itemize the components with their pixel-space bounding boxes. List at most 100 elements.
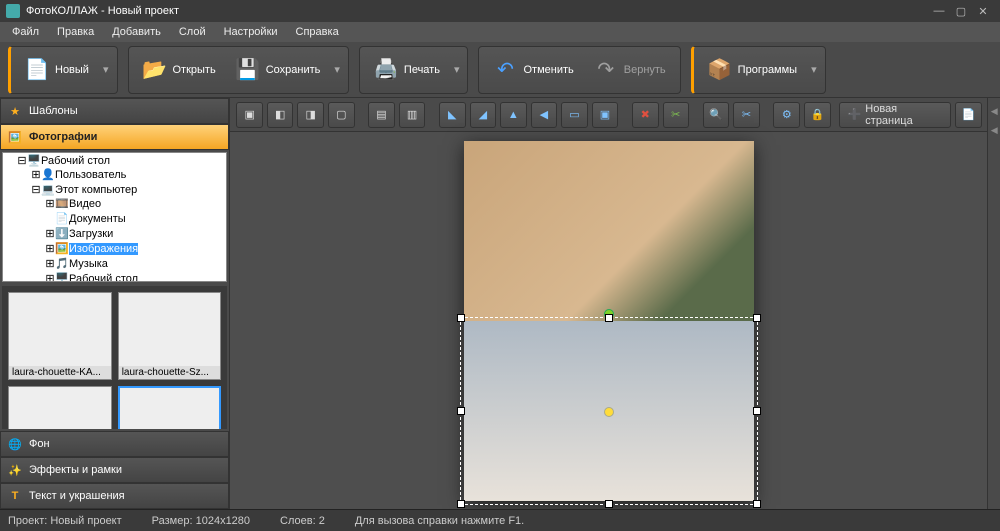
- menu-bar: Файл Правка Добавить Слой Настройки Спра…: [0, 22, 1000, 42]
- tree-desktop[interactable]: Рабочий стол: [41, 155, 110, 167]
- menu-edit[interactable]: Правка: [49, 24, 102, 40]
- menu-help[interactable]: Справка: [288, 24, 347, 40]
- right-collapsed-panel[interactable]: ◀ ◀: [987, 98, 1000, 509]
- flip-v-button[interactable]: ◀: [531, 102, 558, 128]
- center-marker[interactable]: [604, 407, 614, 417]
- tree-music[interactable]: Музыка: [69, 258, 108, 270]
- rotation-handle[interactable]: [604, 309, 614, 319]
- thumbnail-grid: laura-chouette-KA... laura-chouette-Sz..…: [2, 286, 227, 429]
- panel-text[interactable]: TТекст и украшения: [0, 483, 229, 509]
- fit-canvas-button[interactable]: ▭: [561, 102, 588, 128]
- delete-button[interactable]: ✖: [632, 102, 659, 128]
- flip-h-button[interactable]: ▲: [500, 102, 527, 128]
- scissors-icon: ✂: [742, 108, 751, 121]
- print-button[interactable]: 🖨️Печать: [364, 50, 450, 90]
- tree-video[interactable]: Видео: [69, 198, 101, 210]
- tree-downloads[interactable]: Загрузки: [69, 228, 113, 240]
- menu-add[interactable]: Добавить: [104, 24, 169, 40]
- box-icon: 📦: [708, 56, 732, 84]
- resize-handle[interactable]: [753, 500, 761, 508]
- center-button[interactable]: ▣: [592, 102, 619, 128]
- canvas[interactable]: [230, 132, 987, 509]
- thumbnail-item[interactable]: ✓lexie-barnhorn-...: [118, 386, 222, 429]
- save-dropdown[interactable]: ▾: [330, 63, 344, 76]
- rotate-left-button[interactable]: ◣: [439, 102, 466, 128]
- align-center-h-button[interactable]: ▤: [368, 102, 395, 128]
- new-button[interactable]: 📄Новый: [15, 50, 99, 90]
- bring-front-icon: ▣: [244, 108, 254, 121]
- lock-button[interactable]: 🔒: [804, 102, 831, 128]
- layer-back-button[interactable]: ▢: [328, 102, 355, 128]
- cut-button[interactable]: ✂: [733, 102, 760, 128]
- panel-templates[interactable]: ★Шаблоны: [0, 98, 229, 124]
- open-folder-icon: 📂: [143, 56, 167, 84]
- tree-computer[interactable]: Этот компьютер: [55, 184, 137, 196]
- print-dropdown[interactable]: ▾: [450, 63, 464, 76]
- menu-settings[interactable]: Настройки: [216, 24, 286, 40]
- resize-handle[interactable]: [753, 314, 761, 322]
- thumbnail-item[interactable]: laura-chouette-KA...: [8, 292, 112, 380]
- layer-front-button[interactable]: ▣: [236, 102, 263, 128]
- star-icon: ★: [7, 103, 23, 119]
- redo-icon: ↷: [594, 56, 618, 84]
- printer-icon: 🖨️: [374, 56, 398, 84]
- artboard[interactable]: [464, 141, 754, 501]
- photo-icon: 🖼️: [7, 129, 23, 145]
- left-sidebar: ★Шаблоны 🖼️Фотографии ⊟🖥️Рабочий стол ⊞👤…: [0, 98, 230, 509]
- save-disk-icon: 💾: [236, 56, 260, 84]
- align-center-v-button[interactable]: ▥: [399, 102, 426, 128]
- new-page-button[interactable]: ➕Новая страница: [839, 102, 951, 128]
- status-project: Проект: Новый проект: [8, 515, 122, 527]
- menu-layer[interactable]: Слой: [171, 24, 214, 40]
- wand-icon: ✨: [7, 462, 23, 478]
- undo-icon: ↶: [493, 56, 517, 84]
- send-back-icon: ▢: [336, 108, 346, 121]
- programs-button[interactable]: 📦Программы: [698, 50, 807, 90]
- menu-file[interactable]: Файл: [4, 24, 47, 40]
- panel-background[interactable]: 🌐Фон: [0, 431, 229, 457]
- undo-button[interactable]: ↶Отменить: [483, 50, 583, 90]
- thumbnail-image: [9, 387, 111, 429]
- canvas-toolbar: ▣ ◧ ◨ ▢ ▤ ▥ ◣ ◢ ▲ ◀ ▭ ▣ ✖ ✂ 🔍 ✂ ⚙ 🔒 ➕Нов…: [230, 98, 987, 132]
- placed-image-1[interactable]: [464, 141, 754, 321]
- chevron-left-icon[interactable]: ◀: [991, 125, 998, 136]
- page-gear-icon: 📄: [961, 108, 975, 121]
- folder-tree[interactable]: ⊟🖥️Рабочий стол ⊞👤Пользователь ⊟💻Этот ко…: [2, 152, 227, 282]
- page-settings-button[interactable]: 📄: [955, 102, 982, 128]
- resize-handle[interactable]: [605, 500, 613, 508]
- minimize-button[interactable]: —: [928, 5, 950, 17]
- align-v-icon: ▥: [407, 108, 417, 121]
- new-file-icon: 📄: [25, 56, 49, 84]
- close-button[interactable]: ✕: [972, 5, 994, 18]
- crop-button[interactable]: ✂: [663, 102, 690, 128]
- tree-images[interactable]: Изображения: [69, 243, 138, 255]
- redo-button[interactable]: ↷Вернуть: [584, 50, 676, 90]
- chevron-left-icon[interactable]: ◀: [991, 106, 998, 117]
- lock-icon: 🔒: [810, 108, 824, 121]
- app-logo-icon: [6, 4, 20, 18]
- layer-forward-button[interactable]: ◧: [267, 102, 294, 128]
- send-backward-icon: ◨: [306, 108, 316, 121]
- zoom-button[interactable]: 🔍: [703, 102, 730, 128]
- rotate-right-button[interactable]: ◢: [470, 102, 497, 128]
- window-title: ФотоКОЛЛАЖ - Новый проект: [26, 5, 928, 17]
- layer-backward-button[interactable]: ◨: [297, 102, 324, 128]
- tree-documents[interactable]: Документы: [69, 213, 126, 225]
- panel-effects[interactable]: ✨Эффекты и рамки: [0, 457, 229, 483]
- maximize-button[interactable]: ▢: [950, 5, 972, 18]
- resize-handle[interactable]: [457, 500, 465, 508]
- open-button[interactable]: 📂Открыть: [133, 50, 226, 90]
- panel-photos[interactable]: 🖼️Фотографии: [0, 124, 229, 150]
- main-toolbar: 📄Новый ▾ 📂Открыть 💾Сохранить ▾ 🖨️Печать …: [0, 42, 1000, 98]
- page-plus-icon: ➕: [848, 108, 862, 121]
- tree-user[interactable]: Пользователь: [55, 169, 126, 181]
- tree-desktop2[interactable]: Рабочий стол: [69, 273, 138, 282]
- save-button[interactable]: 💾Сохранить: [226, 50, 331, 90]
- new-dropdown[interactable]: ▾: [99, 63, 113, 76]
- resize-handle[interactable]: [753, 407, 761, 415]
- thumbnail-item[interactable]: laura-chouette-Sz...: [118, 292, 222, 380]
- bring-forward-icon: ◧: [275, 108, 285, 121]
- programs-dropdown[interactable]: ▾: [807, 63, 821, 76]
- thumbnail-item[interactable]: laura-chouette-_K...: [8, 386, 112, 429]
- settings-button[interactable]: ⚙: [773, 102, 800, 128]
